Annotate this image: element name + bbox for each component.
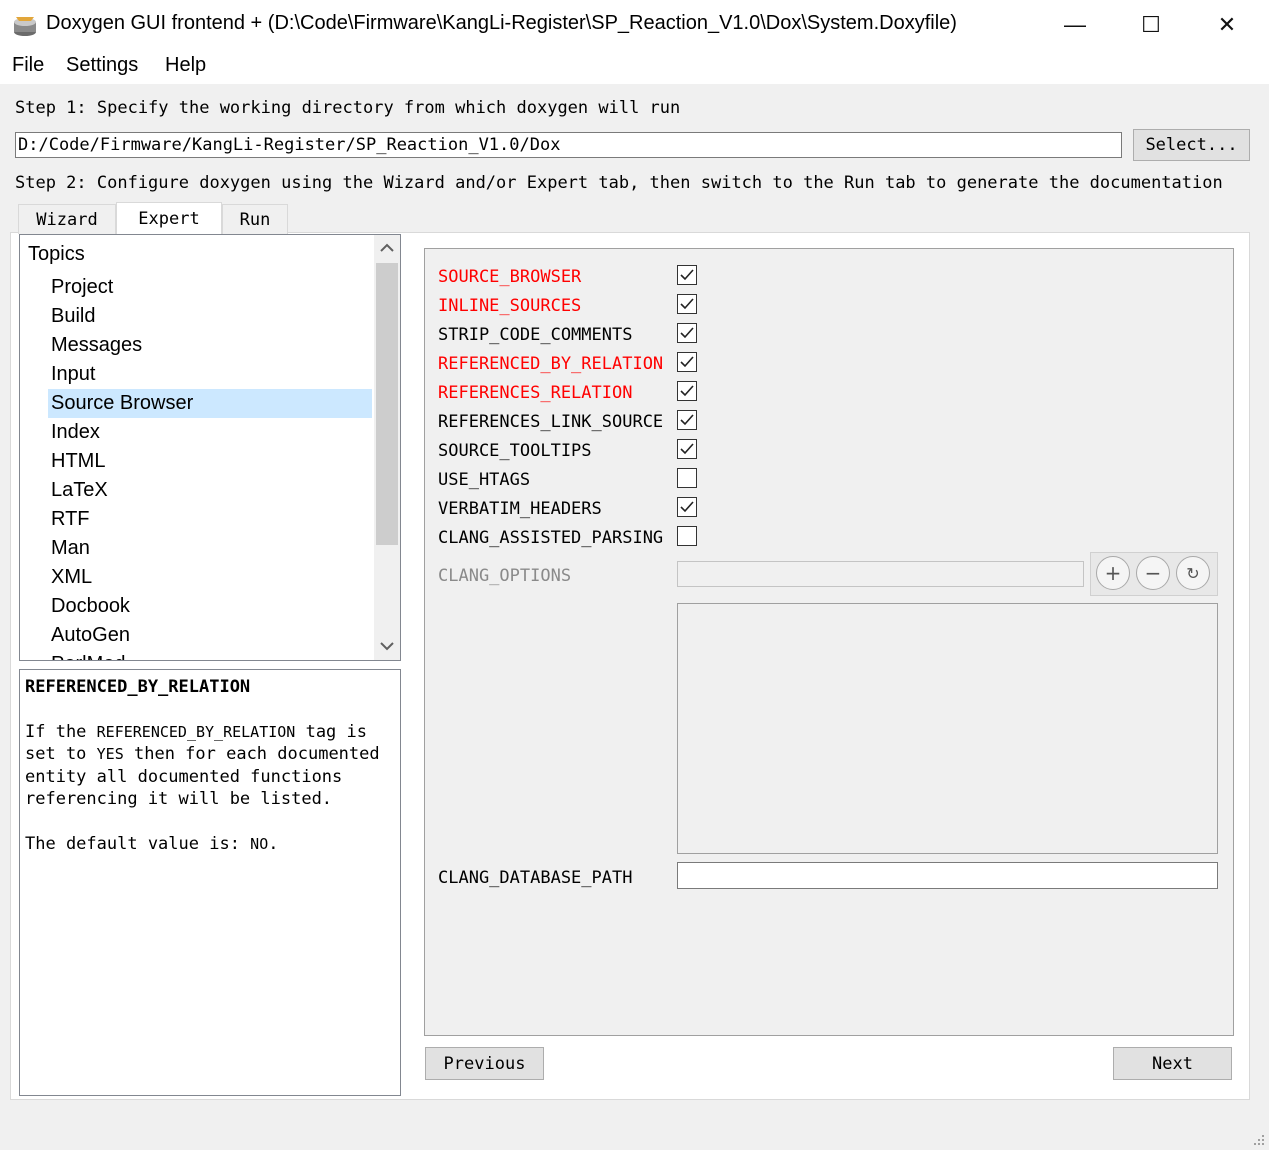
checkbox-source-browser[interactable] (677, 265, 697, 285)
option-label-source-browser: SOURCE_BROWSER (438, 267, 582, 287)
help-default-prefix: The default value is: (25, 833, 251, 854)
step1-label: Step 1: Specify the working directory fr… (15, 98, 681, 118)
checkmark-icon (680, 385, 694, 397)
scroll-up-icon[interactable] (378, 241, 396, 255)
checkbox-referenced-by-relation[interactable] (677, 352, 697, 372)
checkbox-references-relation[interactable] (677, 381, 697, 401)
checkmark-icon (680, 356, 694, 368)
topics-list[interactable]: Topics Project Build Messages Input Sour… (19, 234, 401, 661)
checkbox-inline-sources[interactable] (677, 294, 697, 314)
tab-expert[interactable]: Expert (116, 202, 222, 234)
clang-options-list[interactable] (677, 603, 1218, 854)
doxygen-app-icon (14, 17, 36, 36)
help-desc-prefix: If the (25, 721, 97, 742)
checkmark-icon (680, 269, 694, 281)
working-directory-value: D:/Code/Firmware/KangLi-Register/SP_Reac… (18, 135, 561, 155)
resize-grip-icon[interactable] (1251, 1132, 1265, 1146)
checkmark-icon (680, 443, 694, 455)
topic-item-index[interactable]: Index (48, 418, 372, 447)
clang-database-path-input[interactable] (677, 862, 1218, 889)
help-desc-tag: REFERENCED_BY_RELATION (96, 722, 296, 741)
topics-header: Topics (28, 243, 85, 265)
help-tag-title: REFERENCED_BY_RELATION (25, 677, 251, 697)
select-directory-button[interactable]: Select... (1133, 129, 1250, 161)
reset-option-icon[interactable]: ↻ (1176, 556, 1210, 590)
menu-help[interactable]: Help (165, 54, 206, 77)
topic-item-docbook[interactable]: Docbook (48, 592, 372, 621)
add-option-icon[interactable]: + (1096, 556, 1130, 590)
tab-run[interactable]: Run (222, 204, 288, 234)
topics-scrollbar-thumb[interactable] (376, 263, 398, 545)
checkmark-icon (680, 501, 694, 513)
help-panel: REFERENCED_BY_RELATION If the REFERENCED… (19, 669, 401, 1096)
checkbox-strip-code-comments[interactable] (677, 323, 697, 343)
checkbox-source-tooltips[interactable] (677, 439, 697, 459)
option-label-verbatim-headers: VERBATIM_HEADERS (438, 499, 602, 519)
minimize-button[interactable]: — (1040, 0, 1110, 50)
topic-item-input[interactable]: Input (48, 360, 372, 389)
maximize-button[interactable]: ☐ (1116, 0, 1186, 50)
checkmark-icon (680, 298, 694, 310)
option-label-source-tooltips: SOURCE_TOOLTIPS (438, 441, 592, 461)
option-label-references-link-source: REFERENCES_LINK_SOURCE (438, 412, 664, 432)
topic-item-messages[interactable]: Messages (48, 331, 372, 360)
option-label-use-htags: USE_HTAGS (438, 470, 531, 490)
clang-database-path-label: CLANG_DATABASE_PATH (438, 868, 633, 888)
step2-label: Step 2: Configure doxygen using the Wiza… (15, 173, 1223, 193)
help-default-suffix: . (268, 833, 279, 854)
option-label-inline-sources: INLINE_SOURCES (438, 296, 582, 316)
help-default-value: NO (250, 834, 269, 853)
topic-item-html[interactable]: HTML (48, 447, 372, 476)
checkmark-icon (680, 414, 694, 426)
close-button[interactable]: ✕ (1192, 0, 1262, 50)
checkbox-use-htags[interactable] (677, 468, 697, 488)
checkbox-verbatim-headers[interactable] (677, 497, 697, 517)
help-desc-yes: YES (96, 745, 124, 763)
option-label-strip-code-comments: STRIP_CODE_COMMENTS (438, 325, 633, 345)
scroll-down-icon[interactable] (378, 639, 396, 653)
previous-button[interactable]: Previous (425, 1047, 544, 1080)
help-default: The default value is: NO. (25, 833, 395, 856)
clang-options-input[interactable] (677, 561, 1084, 587)
clang-options-label: CLANG_OPTIONS (438, 566, 572, 586)
checkmark-icon (680, 327, 694, 339)
topic-item-perlmod[interactable]: PerlMod (48, 650, 372, 660)
menu-file[interactable]: File (12, 54, 44, 77)
window-title: Doxygen GUI frontend + (D:\Code\Firmware… (46, 12, 957, 34)
topic-item-source-browser[interactable]: Source Browser (48, 389, 372, 418)
option-label-clang-assisted-parsing: CLANG_ASSISTED_PARSING (438, 528, 664, 548)
menu-settings[interactable]: Settings (66, 54, 138, 77)
topic-item-autogen[interactable]: AutoGen (48, 621, 372, 650)
topic-item-xml[interactable]: XML (48, 563, 372, 592)
working-directory-field[interactable]: D:/Code/Firmware/KangLi-Register/SP_Reac… (15, 132, 1122, 158)
tab-wizard[interactable]: Wizard (18, 204, 116, 234)
topic-item-project[interactable]: Project (48, 273, 372, 302)
topic-item-man[interactable]: Man (48, 534, 372, 563)
remove-option-icon[interactable]: − (1136, 556, 1170, 590)
topic-item-build[interactable]: Build (48, 302, 372, 331)
topic-item-latex[interactable]: LaTeX (48, 476, 372, 505)
checkbox-clang-assisted-parsing[interactable] (677, 526, 697, 546)
next-button[interactable]: Next (1113, 1047, 1232, 1080)
topic-item-rtf[interactable]: RTF (48, 505, 372, 534)
option-label-referenced-by-relation: REFERENCED_BY_RELATION (438, 354, 664, 374)
option-label-references-relation: REFERENCES_RELATION (438, 383, 633, 403)
checkbox-references-link-source[interactable] (677, 410, 697, 430)
help-description: If the REFERENCED_BY_RELATION tag is set… (25, 721, 395, 811)
